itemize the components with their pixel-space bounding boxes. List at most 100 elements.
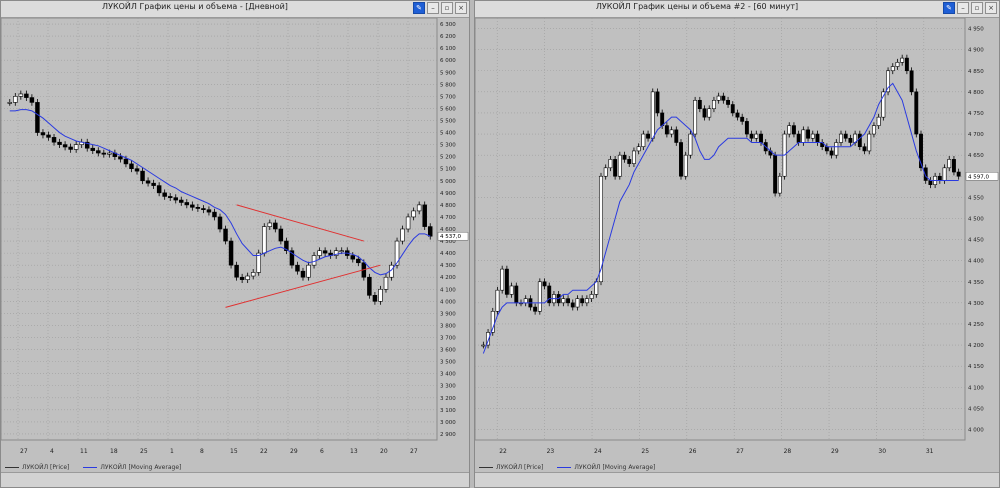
y-tick-label: 6 100 [440,46,456,52]
maximize-icon[interactable]: ▫ [971,2,983,14]
candle-body [514,285,519,304]
pin-icon[interactable]: ✎ [943,2,955,14]
minimize-icon[interactable]: – [957,2,969,14]
candle-body [356,258,361,264]
candle-body [660,112,665,126]
close-icon[interactable]: × [455,2,467,14]
y-tick-label: 5 200 [440,155,456,161]
candle-body [162,192,167,197]
candle-body [749,133,754,139]
date-axis-bar[interactable] [475,472,999,487]
candle-body [201,208,206,211]
candle-body [683,154,688,177]
y-tick-label: 5 700 [440,94,456,100]
candle-body [561,298,566,304]
y-tick-label: 4 000 [968,427,984,433]
y-tick-label: 3 600 [440,348,456,354]
hourly-price-chart[interactable]: 4 9504 9004 8504 8004 7504 7004 6504 600… [475,18,999,456]
candle-body [608,159,613,169]
candle-body [339,250,344,253]
candle-body [228,240,234,266]
y-tick-label: 4 350 [968,280,984,286]
candle-body [317,250,322,256]
candle-body [787,125,792,135]
candle-body [744,121,749,135]
titlebar-hourly[interactable]: ЛУКОЙЛ График цены и объема #2 - [60 мин… [475,1,999,18]
candle-body [631,150,636,164]
x-tick-label: 11 [80,448,88,455]
candle-body [909,70,914,93]
candle-body [726,99,731,105]
candle-body [118,156,123,160]
candle-body [810,133,815,139]
candle-body [212,211,217,218]
candle-body [405,216,411,230]
last-price-label: 4 597,0 [968,174,989,180]
legend-swatch-ma [557,466,572,468]
y-tick-label: 6 300 [440,22,456,28]
candle-body [707,108,712,118]
candle-body [223,228,228,242]
candle-body [575,298,580,308]
candle-body [627,159,632,164]
candle-body [73,144,79,150]
y-tick-label: 3 700 [440,336,456,342]
legend-item-ma: ЛУКОЙЛ [Moving Average] [557,464,655,471]
candle-body [29,97,35,103]
candle-body [7,102,13,104]
y-tick-label: 3 500 [440,360,456,366]
x-tick-label: 25 [641,448,649,455]
candle-body [716,95,721,101]
y-tick-label: 3 400 [440,372,456,378]
candle-body [504,268,509,295]
y-tick-label: 4 000 [440,299,456,305]
candle-body [773,154,778,194]
candle-body [311,255,317,266]
x-tick-label: 20 [380,448,388,455]
date-axis-bar[interactable] [1,472,469,487]
candle-body [378,288,383,302]
pin-icon[interactable]: ✎ [413,2,425,14]
legend-label-price: ЛУКОЙЛ [Price] [496,463,544,471]
candle-body [40,132,46,136]
candle-body [928,180,933,185]
candle-body [702,108,707,118]
minimize-icon[interactable]: – [427,2,439,14]
candle-body [101,152,107,155]
window-daily-chart: ЛУКОЙЛ График цены и объема - [Дневной] … [0,0,470,488]
candle-body [759,133,763,143]
x-tick-label: 8 [200,448,204,455]
candle-body [537,281,542,312]
titlebar-daily[interactable]: ЛУКОЙЛ График цены и объема - [Дневной] … [1,1,469,18]
candle-body [890,66,895,72]
candle-body [217,216,223,230]
y-tick-label: 4 700 [968,132,984,138]
legend-item-price: ЛУКОЙЛ [Price] [479,464,543,471]
candle-body [295,264,300,272]
candle-body [589,294,594,299]
y-tick-label: 4 800 [968,90,984,96]
y-tick-label: 4 250 [968,322,984,328]
candle-body [829,150,834,156]
candle-body [422,204,427,227]
daily-price-chart[interactable]: 6 300 6 200 6 100 6 000 5 900 5 800 5 700 5 600… [1,18,469,456]
candle-body [617,154,622,177]
candle-body [655,91,660,114]
x-tick-label: 27 [410,448,418,455]
legend-item-ma: ЛУКОЙЛ [Moving Average] [83,464,181,471]
candle-body [754,133,759,139]
y-tick-label: 4 400 [968,259,984,265]
candle-body [947,159,952,169]
maximize-icon[interactable]: ▫ [441,2,453,14]
window-title: ЛУКОЙЛ График цены и объема #2 - [60 мин… [595,2,799,11]
close-icon[interactable]: × [985,2,997,14]
candle-body [123,158,129,165]
y-tick-label: 2 900 [440,432,456,438]
candle-body [740,116,745,122]
x-tick-label: 24 [594,448,602,455]
candle-body [735,112,740,118]
y-tick-label: 5 500 [440,118,456,124]
candle-body [383,276,389,290]
candle-body [322,250,328,254]
candle-body [815,133,820,143]
